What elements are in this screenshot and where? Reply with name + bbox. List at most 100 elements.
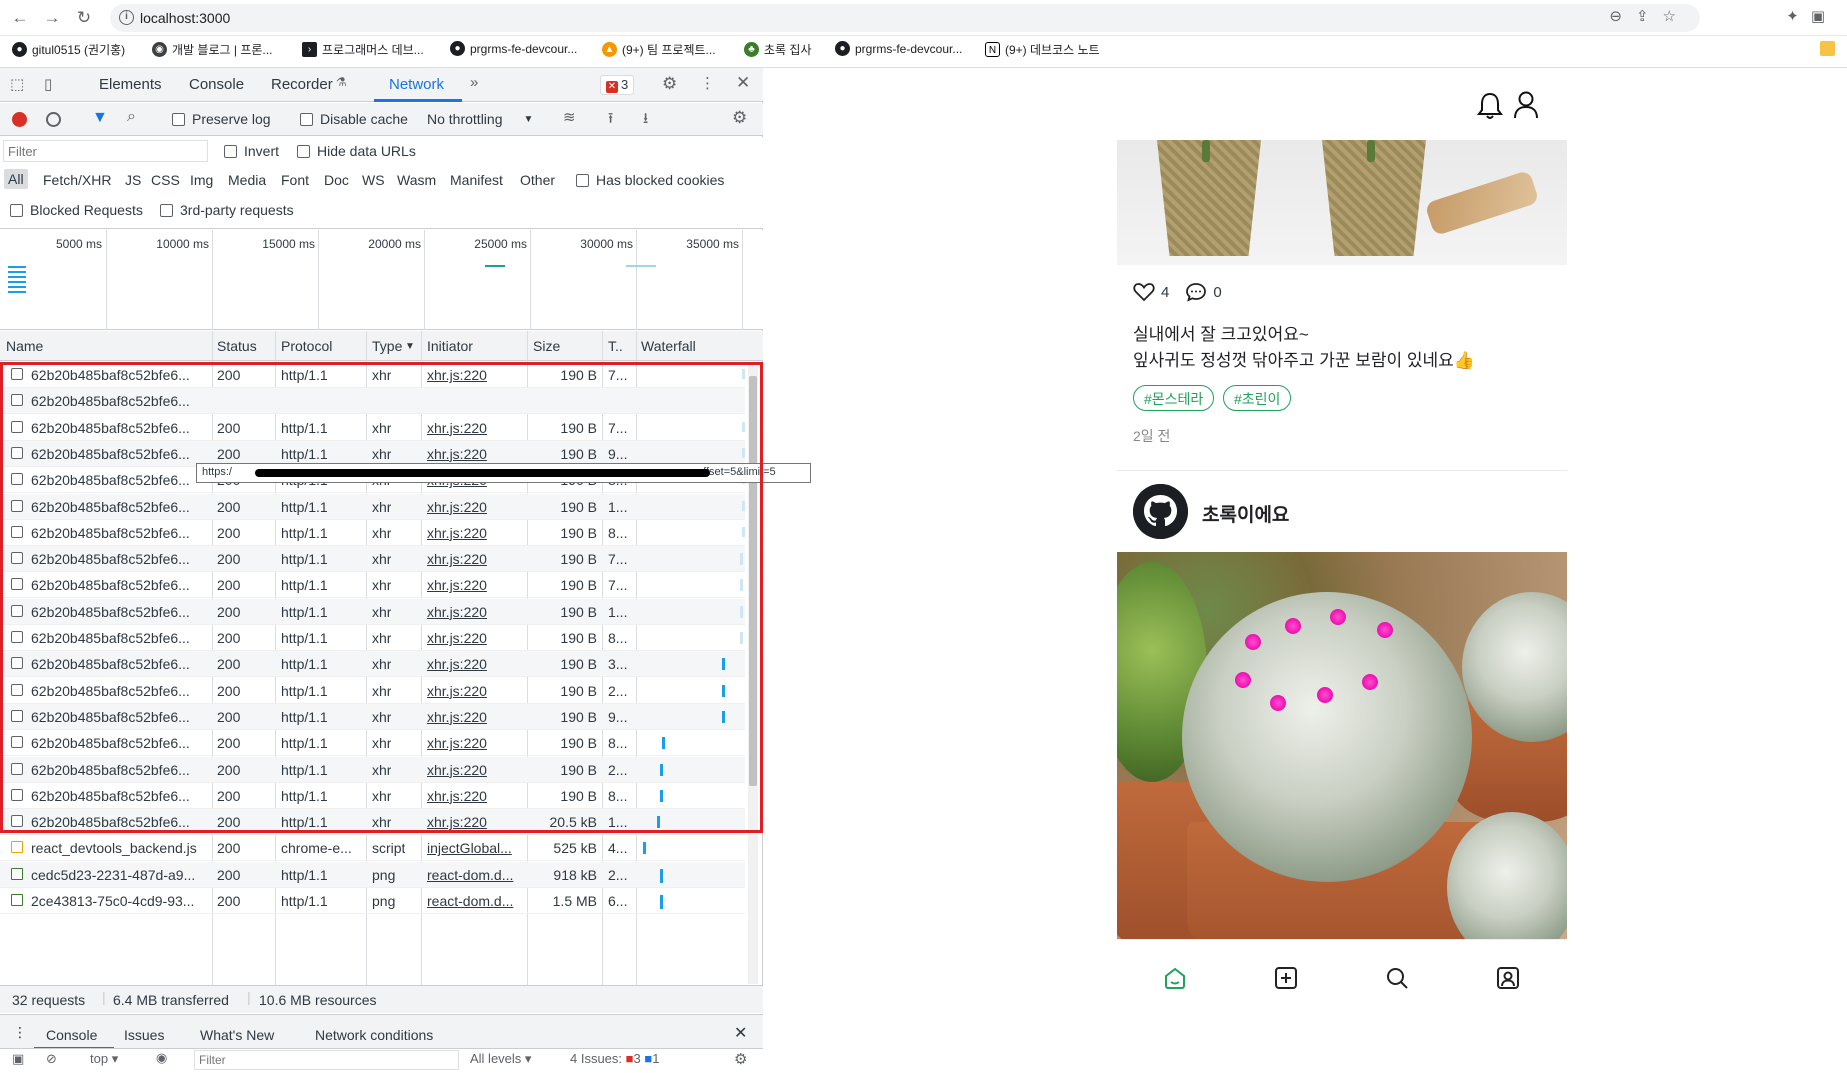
checkbox-box[interactable] xyxy=(300,112,313,126)
request-name[interactable]: 62b20b485baf8c52bfe6... xyxy=(31,551,206,567)
settings-gear-icon[interactable]: ⚙ xyxy=(662,74,677,94)
filter-type-img[interactable]: Img xyxy=(190,172,213,188)
request-initiator[interactable]: xhr.js:220 xyxy=(427,577,519,593)
filter-type-wasm[interactable]: Wasm xyxy=(397,172,436,188)
table-row[interactable]: 62b20b485baf8c52bfe6... 200 http/1.1 xhr xhr… xyxy=(0,756,745,783)
drawer-tab-issues[interactable]: Issues xyxy=(124,1027,164,1043)
kebab-menu-icon[interactable]: ⋮ xyxy=(700,74,715,92)
column-header-initiator[interactable]: Initiator xyxy=(427,338,473,354)
device-toolbar-icon[interactable]: ▯ xyxy=(44,75,52,93)
checkbox-box[interactable] xyxy=(297,144,310,158)
hashtag-chip[interactable]: #초린이 xyxy=(1223,385,1292,411)
bookmark-item[interactable]: ♣ 초록 집사 xyxy=(744,41,812,58)
address-bar[interactable]: i localhost:3000 ⊖⇪☆ xyxy=(110,4,1700,32)
waterfall-bar[interactable] xyxy=(722,710,725,723)
post-author-name[interactable]: 초록이에요 xyxy=(1202,500,1289,527)
request-name[interactable]: 62b20b485baf8c52bfe6... xyxy=(31,788,206,804)
profile-icon[interactable] xyxy=(1496,966,1520,990)
drawer-tab-whats-new[interactable]: What's New xyxy=(200,1027,274,1043)
add-post-icon[interactable] xyxy=(1274,966,1298,990)
record-icon[interactable] xyxy=(12,112,27,127)
filter-type-ws[interactable]: WS xyxy=(362,172,385,188)
share-icon[interactable]: ⇪ xyxy=(1636,8,1663,25)
column-header-time[interactable]: T.. xyxy=(608,338,623,354)
request-name[interactable]: 62b20b485baf8c52bfe6... xyxy=(31,656,206,672)
filter-funnel-icon[interactable]: ▼ xyxy=(92,109,108,127)
filter-type-fetch-xhr[interactable]: Fetch/XHR xyxy=(43,172,111,188)
post-image[interactable] xyxy=(1117,140,1567,265)
bookmark-item[interactable]: › 프로그래머스 데브... xyxy=(302,41,424,58)
table-row[interactable]: 62b20b485baf8c52bfe6... 200 http/1.1 xhr xhr… xyxy=(0,415,745,441)
table-row[interactable]: 62b20b485baf8c52bfe6... 200 http/1.1 xhr xhr… xyxy=(0,493,745,520)
bookmark-item[interactable]: ▲ (9+) 팀 프로젝트... xyxy=(602,41,716,58)
clear-icon[interactable] xyxy=(46,112,61,127)
network-settings-icon[interactable]: ⚙ xyxy=(732,108,747,128)
checkbox-box[interactable] xyxy=(576,173,589,187)
throttling-select[interactable]: No throttling ▼ xyxy=(427,111,533,127)
checkbox-box[interactable] xyxy=(160,203,173,217)
waterfall-bar[interactable] xyxy=(660,895,663,909)
waterfall-bar[interactable] xyxy=(742,526,745,537)
eye-icon[interactable]: ◉ xyxy=(156,1050,167,1066)
has-blocked-cookies-checkbox[interactable]: Has blocked cookies xyxy=(576,172,724,188)
bookmark-item[interactable]: ◉ 개발 블로그 | 프론... xyxy=(152,41,272,58)
request-name[interactable]: 62b20b485baf8c52bfe6... xyxy=(31,814,206,830)
table-row[interactable]: 62b20b485baf8c52bfe6... 200 http/1.1 xhr xhr… xyxy=(0,783,745,809)
filter-type-manifest[interactable]: Manifest xyxy=(450,172,503,188)
waterfall-bar[interactable] xyxy=(662,737,665,750)
request-name[interactable]: 62b20b485baf8c52bfe6... xyxy=(31,683,206,699)
request-name[interactable]: 62b20b485baf8c52bfe6... xyxy=(31,630,206,646)
table-row[interactable]: 62b20b485baf8c52bfe6... xyxy=(0,388,745,415)
context-select[interactable]: top ▾ xyxy=(90,1051,118,1067)
table-scrollbar-thumb[interactable] xyxy=(749,376,757,786)
tab-elements[interactable]: Elements xyxy=(99,76,162,93)
column-header-waterfall[interactable]: Waterfall xyxy=(641,338,696,354)
table-row[interactable]: react_devtools_backend.js 200 chrome-e... s… xyxy=(0,835,745,862)
bookmark-item[interactable]: ● prgrms-fe-devcour... xyxy=(450,41,577,56)
user-profile-icon[interactable] xyxy=(1512,90,1540,120)
table-row[interactable]: 62b20b485baf8c52bfe6... 200 http/1.1 xhr xhr… xyxy=(0,809,745,836)
waterfall-bar[interactable] xyxy=(643,842,646,855)
inspect-element-icon[interactable]: ⬚ xyxy=(10,75,24,93)
request-initiator[interactable]: xhr.js:220 xyxy=(427,604,519,620)
site-info-icon[interactable]: i xyxy=(119,10,134,25)
drawer-tab-console[interactable]: Console xyxy=(46,1027,97,1043)
request-name[interactable]: 62b20b485baf8c52bfe6... xyxy=(31,604,206,620)
console-filter-input[interactable] xyxy=(194,1050,459,1070)
other-bookmarks-folder[interactable] xyxy=(1820,41,1835,56)
sidebar-toggle-icon[interactable]: ▣ xyxy=(12,1051,24,1067)
zoom-icon[interactable]: ⊖ xyxy=(1609,8,1636,25)
column-header-protocol[interactable]: Protocol xyxy=(281,338,332,354)
waterfall-bar[interactable] xyxy=(740,579,743,592)
bookmark-item[interactable]: ● prgrms-fe-devcour... xyxy=(835,41,962,56)
third-party-requests-checkbox[interactable]: 3rd-party requests xyxy=(160,202,294,218)
blocked-requests-checkbox[interactable]: Blocked Requests xyxy=(10,202,143,218)
request-name[interactable]: 62b20b485baf8c52bfe6... xyxy=(31,709,206,725)
request-initiator[interactable]: xhr.js:220 xyxy=(427,420,519,436)
waterfall-bar[interactable] xyxy=(657,816,660,829)
bookmark-item[interactable]: N (9+) 데브코스 노트 xyxy=(985,41,1100,58)
import-har-icon[interactable]: ⭱ xyxy=(608,108,613,133)
request-name[interactable]: 62b20b485baf8c52bfe6... xyxy=(31,577,206,593)
table-row[interactable]: 62b20b485baf8c52bfe6... 200 http/1.1 xhr xhr… xyxy=(0,703,745,730)
back-icon[interactable]: ← xyxy=(10,8,30,28)
home-icon[interactable] xyxy=(1163,966,1187,990)
tab-network[interactable]: Network xyxy=(389,76,444,93)
checkbox-box[interactable] xyxy=(224,144,237,158)
column-header-size[interactable]: Size xyxy=(533,338,560,354)
waterfall-bar[interactable] xyxy=(722,658,725,671)
issues-counter[interactable]: 4 Issues: ■3 ■1 xyxy=(570,1051,659,1066)
address-url[interactable]: localhost:3000 xyxy=(140,10,230,26)
search-icon[interactable]: ⌕ xyxy=(127,108,136,126)
filter-type-other[interactable]: Other xyxy=(520,172,555,188)
close-drawer-icon[interactable]: ✕ xyxy=(734,1023,747,1043)
request-initiator[interactable]: xhr.js:220 xyxy=(427,814,519,830)
request-initiator[interactable]: xhr.js:220 xyxy=(427,525,519,541)
request-initiator[interactable]: xhr.js:220 xyxy=(427,551,519,567)
waterfall-bar[interactable] xyxy=(660,868,663,883)
waterfall-bar[interactable] xyxy=(660,789,663,802)
table-row[interactable]: 62b20b485baf8c52bfe6... 200 http/1.1 xhr xhr… xyxy=(0,730,745,757)
request-initiator[interactable]: react-dom.d... xyxy=(427,867,519,883)
waterfall-bar[interactable] xyxy=(660,763,663,776)
export-har-icon[interactable]: ⭳ xyxy=(643,108,648,133)
